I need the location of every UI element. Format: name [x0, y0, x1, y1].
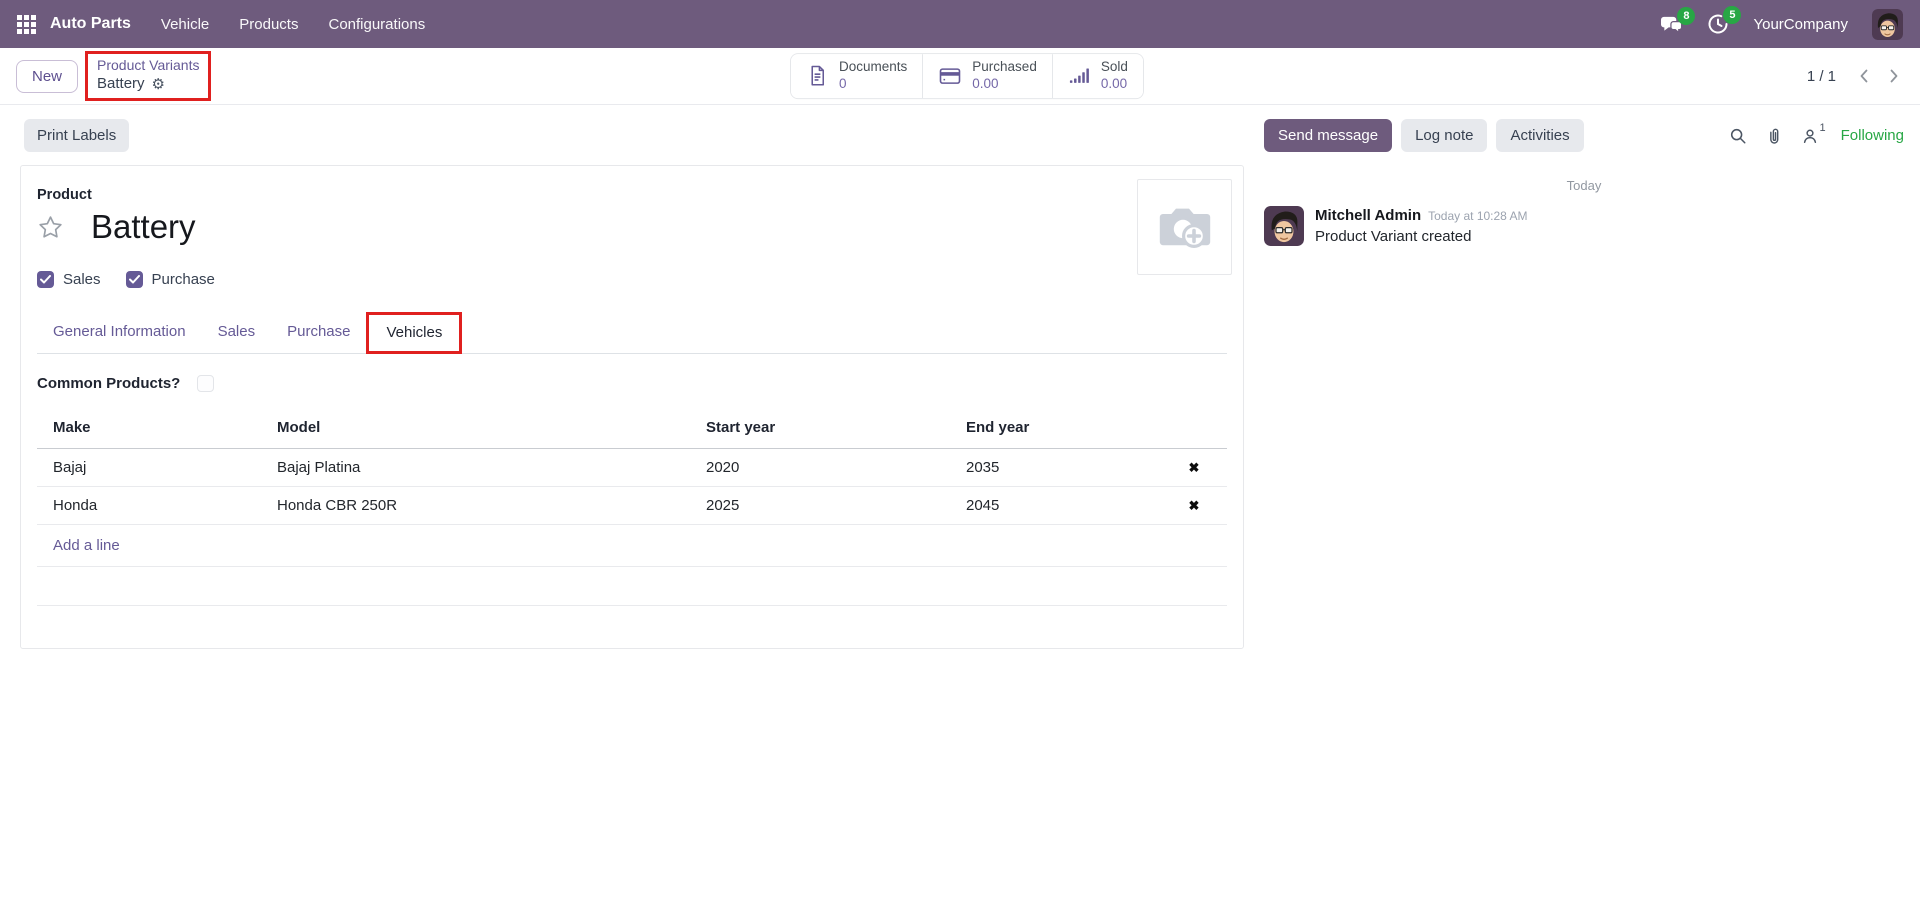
purchase-checkbox[interactable]: [125, 271, 143, 288]
pager-next-icon[interactable]: [1882, 61, 1906, 91]
notebook-tabs: General Information Sales Purchase Vehic…: [37, 312, 1227, 354]
message-timestamp: Today at 10:28 AM: [1428, 209, 1528, 223]
breadcrumb-parent-link[interactable]: Product Variants: [97, 56, 199, 74]
stat-value: 0.00: [1100, 76, 1128, 91]
following-toggle[interactable]: Following: [1841, 127, 1904, 144]
activities-badge: 5: [1723, 6, 1742, 24]
print-labels-button[interactable]: Print Labels: [24, 119, 130, 152]
column-header-start-year: Start year: [706, 409, 966, 449]
common-products-checkbox[interactable]: [197, 375, 215, 392]
app-name[interactable]: Auto Parts: [50, 15, 131, 33]
favorite-star-icon[interactable]: [37, 214, 64, 241]
send-message-button[interactable]: Send message: [1264, 119, 1393, 152]
cell-model[interactable]: Bajaj Platina: [277, 448, 706, 487]
purchased-stat-button[interactable]: Purchased 0.00: [922, 54, 1052, 98]
delete-row-icon[interactable]: ✖: [1189, 498, 1200, 513]
camera-plus-icon: [1159, 208, 1210, 248]
tab-purchase[interactable]: Purchase: [271, 312, 366, 353]
credit-card-icon: [939, 68, 961, 84]
breadcrumb-annotation-box: Product Variants Battery ⚙: [85, 51, 212, 101]
form-sheet: Product Battery Sales Purchase General I…: [20, 165, 1244, 649]
activities-button[interactable]: Activities: [1496, 119, 1584, 152]
column-header-model: Model: [277, 409, 706, 449]
cell-model[interactable]: Honda CBR 250R: [277, 486, 706, 525]
company-switcher[interactable]: YourCompany: [1753, 16, 1848, 33]
pager-previous-icon[interactable]: [1852, 61, 1876, 91]
pager-counter: 1 / 1: [1806, 67, 1836, 85]
menu-vehicle[interactable]: Vehicle: [161, 16, 209, 33]
chatter-panel: Send message Log note Activities 1 Follo…: [1244, 105, 1920, 246]
attachment-paperclip-icon[interactable]: [1765, 127, 1783, 145]
messages-icon[interactable]: 8: [1660, 6, 1696, 35]
breadcrumb: Battery ⚙: [97, 74, 199, 94]
purchase-option: Purchase: [125, 271, 215, 288]
pager: 1 / 1: [1807, 61, 1920, 91]
message-author: Mitchell Admin: [1315, 207, 1422, 224]
breadcrumb-current: Battery: [97, 75, 145, 93]
menu-products[interactable]: Products: [239, 16, 298, 33]
sales-option-label: Sales: [63, 271, 101, 288]
sales-checkbox[interactable]: [37, 271, 54, 288]
followers-count: 1: [1819, 121, 1826, 134]
sales-option: Sales: [37, 271, 101, 288]
product-field-label: Product: [37, 187, 92, 203]
stat-value: 0.00: [972, 76, 999, 91]
followers-icon[interactable]: [1801, 127, 1819, 145]
add-a-line-link[interactable]: Add a line: [37, 524, 1227, 567]
tab-general-information[interactable]: General Information: [37, 312, 202, 353]
message-author-avatar: [1264, 206, 1304, 246]
table-row: Bajaj Bajaj Platina 2020 2035 ✖: [37, 448, 1227, 487]
common-products-label: Common Products?: [37, 375, 181, 392]
user-avatar[interactable]: [1872, 8, 1903, 40]
bar-chart-icon: [1069, 68, 1089, 84]
cell-end-year[interactable]: 2045: [966, 486, 1177, 525]
messages-badge: 8: [1677, 6, 1696, 25]
cell-make[interactable]: Honda: [37, 486, 277, 525]
activities-clock-icon[interactable]: 5: [1707, 6, 1742, 35]
purchase-option-label: Purchase: [151, 271, 215, 288]
tab-vehicles[interactable]: Vehicles: [366, 312, 463, 354]
cell-start-year[interactable]: 2020: [706, 448, 966, 487]
delete-row-icon[interactable]: ✖: [1189, 460, 1200, 475]
tab-sales[interactable]: Sales: [202, 312, 272, 353]
top-navbar: Auto Parts Vehicle Products Configuratio…: [0, 0, 1920, 48]
cell-start-year[interactable]: 2025: [706, 486, 966, 525]
cell-end-year[interactable]: 2035: [966, 448, 1177, 487]
vehicles-table: Make Model Start year End year Bajaj Baj…: [37, 409, 1227, 606]
table-row: Honda Honda CBR 250R 2025 2045 ✖: [37, 486, 1227, 525]
message-body: Product Variant created: [1315, 228, 1472, 245]
stat-value: 0: [839, 76, 847, 91]
stat-label: Purchased: [972, 59, 1037, 75]
sold-stat-button[interactable]: Sold 0.00: [1051, 54, 1143, 98]
apps-grid-icon[interactable]: [17, 14, 36, 34]
main-menus: Vehicle Products Configurations: [161, 16, 425, 33]
documents-stat-button[interactable]: Documents 0: [791, 54, 923, 98]
stat-label: Sold: [1100, 59, 1128, 75]
log-note-button[interactable]: Log note: [1401, 119, 1488, 152]
new-button[interactable]: New: [16, 59, 79, 93]
chatter-message: Mitchell Admin Today at 10:28 AM Product…: [1264, 206, 1904, 246]
product-name-field[interactable]: Battery: [91, 208, 196, 246]
column-header-make: Make: [37, 409, 277, 449]
menu-configurations[interactable]: Configurations: [328, 16, 425, 33]
empty-table-row: [37, 566, 1227, 606]
stat-button-group: Documents 0 Purchased 0.00 Sold 0.00: [790, 53, 1144, 99]
product-image-upload[interactable]: [1137, 179, 1232, 275]
cell-make[interactable]: Bajaj: [37, 448, 277, 487]
gear-icon[interactable]: ⚙: [152, 77, 165, 92]
control-panel: New Product Variants Battery ⚙ Documents…: [0, 48, 1920, 105]
stat-label: Documents: [839, 59, 908, 75]
document-icon: [811, 66, 825, 86]
search-messages-icon[interactable]: [1729, 127, 1747, 145]
date-divider: Today: [1566, 178, 1602, 193]
column-header-end-year: End year: [966, 409, 1177, 449]
